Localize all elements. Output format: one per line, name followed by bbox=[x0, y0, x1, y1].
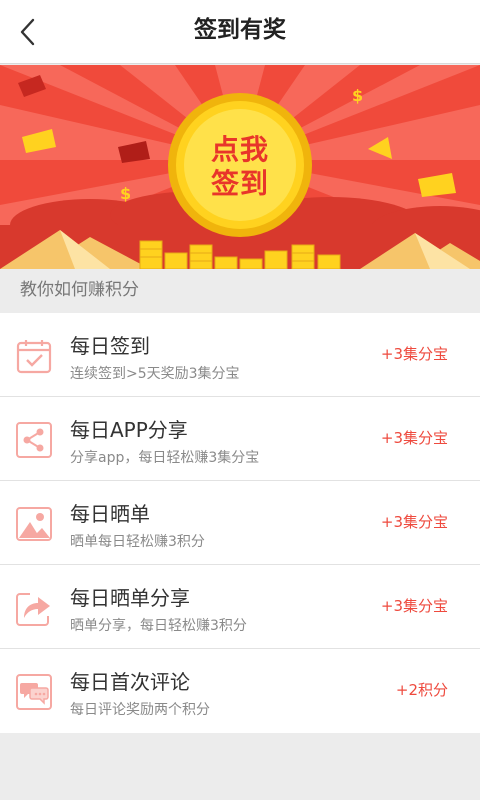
task-reward: +2积分 bbox=[395, 681, 448, 699]
task-reward: +3集分宝 bbox=[380, 597, 448, 615]
svg-text:$: $ bbox=[352, 86, 363, 105]
share-icon bbox=[16, 422, 52, 458]
task-name: 每日晒单分享 bbox=[70, 586, 190, 610]
list-item[interactable]: 每日晒单 晒单每日轻松赚3积分 +3集分宝 bbox=[0, 481, 480, 565]
task-desc: 连续签到>5天奖励3集分宝 bbox=[70, 366, 240, 382]
task-reward: +3集分宝 bbox=[380, 345, 448, 363]
list-item[interactable]: 每日APP分享 分享app，每日轻松赚3集分宝 +3集分宝 bbox=[0, 397, 480, 481]
task-desc: 晒单分享，每日轻松赚3积分 bbox=[70, 618, 247, 634]
checkin-coin[interactable] bbox=[168, 93, 312, 237]
task-name: 每日签到 bbox=[70, 334, 150, 358]
task-name: 每日首次评论 bbox=[70, 670, 190, 694]
forward-arrow-icon bbox=[16, 593, 50, 626]
banner-illustration: $ $ bbox=[0, 65, 480, 269]
list-item[interactable]: 每日晒单分享 晒单分享，每日轻松赚3积分 +3集分宝 bbox=[0, 565, 480, 649]
app-header: 签到有奖 bbox=[0, 0, 480, 64]
task-desc: 分享app，每日轻松赚3集分宝 bbox=[70, 450, 260, 466]
image-icon bbox=[16, 507, 52, 541]
list-item[interactable]: 每日签到 连续签到>5天奖励3集分宝 +3集分宝 bbox=[0, 313, 480, 397]
svg-text:$: $ bbox=[120, 184, 131, 203]
task-name: 每日晒单 bbox=[70, 502, 150, 526]
task-name: 每日APP分享 bbox=[70, 418, 188, 442]
task-desc: 晒单每日轻松赚3积分 bbox=[70, 534, 205, 550]
comment-icon bbox=[16, 674, 52, 710]
task-reward: +3集分宝 bbox=[380, 429, 448, 447]
page-title: 签到有奖 bbox=[194, 17, 286, 43]
task-desc: 每日评论奖励两个积分 bbox=[70, 702, 210, 718]
calendar-check-icon bbox=[16, 340, 52, 374]
list-item[interactable]: 每日首次评论 每日评论奖励两个积分 +2积分 bbox=[0, 649, 480, 733]
checkin-banner: $ $ 点我 签到 bbox=[0, 65, 480, 269]
task-reward: +3集分宝 bbox=[380, 513, 448, 531]
task-list: 每日签到 连续签到>5天奖励3集分宝 +3集分宝 每日APP分享 分享app，每… bbox=[0, 313, 480, 733]
section-heading: 教你如何赚积分 bbox=[0, 269, 480, 313]
